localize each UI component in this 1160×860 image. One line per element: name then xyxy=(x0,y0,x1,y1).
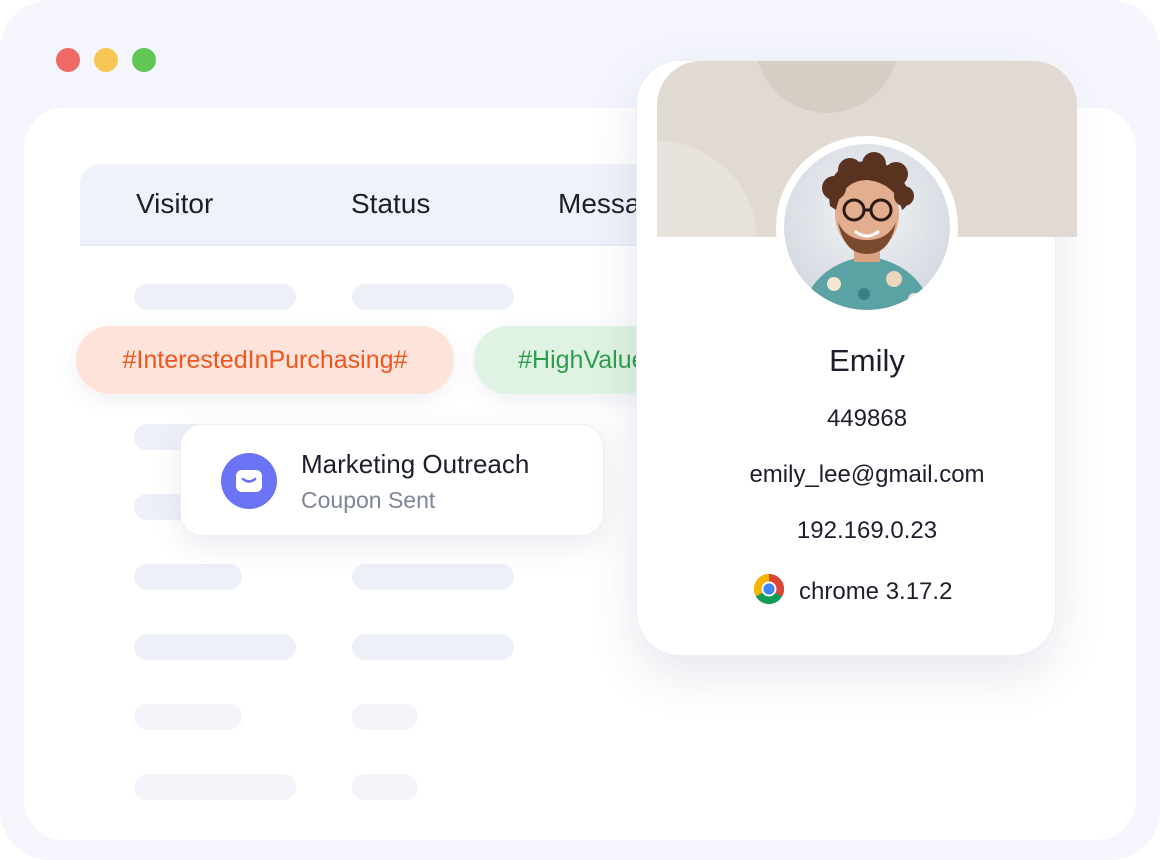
message-icon xyxy=(221,453,277,509)
outreach-title: Marketing Outreach xyxy=(301,449,530,479)
column-status[interactable]: Status xyxy=(351,188,430,220)
skeleton-bar xyxy=(134,774,296,800)
profile-ip: 192.169.0.23 xyxy=(796,517,938,544)
skeleton-bar xyxy=(352,284,514,310)
skeleton-bar xyxy=(352,564,514,590)
window-maximize-button[interactable] xyxy=(132,48,156,72)
column-message[interactable]: Messa xyxy=(558,188,640,220)
skeleton-bar xyxy=(134,284,296,310)
tag-interested-in-purchasing[interactable]: #InterestedInPurchasing# xyxy=(76,326,454,394)
skeleton-bar xyxy=(134,704,242,730)
tag-label: #InterestedInPurchasing# xyxy=(122,345,408,374)
profile-id: 449868 xyxy=(826,405,908,432)
window-minimize-button[interactable] xyxy=(94,48,118,72)
skeleton-bar xyxy=(134,634,296,660)
chrome-icon xyxy=(753,573,785,610)
profile-name: Emily xyxy=(829,343,905,378)
skeleton-bar xyxy=(352,774,418,800)
browser-label: chrome 3.17.2 xyxy=(799,577,953,605)
skeleton-bar xyxy=(134,564,242,590)
marketing-outreach-card[interactable]: Marketing Outreach Coupon Sent xyxy=(180,424,604,536)
avatar-photo xyxy=(784,144,950,310)
profile-email: emily_lee@gmail.com xyxy=(749,461,985,488)
visitor-profile-card: Emily 449868 emily_lee@gmail.com 192.169… xyxy=(636,60,1077,656)
column-visitor[interactable]: Visitor xyxy=(136,188,213,220)
outreach-subtitle: Coupon Sent xyxy=(301,487,436,513)
avatar[interactable] xyxy=(776,136,958,318)
skeleton-bar xyxy=(352,704,418,730)
profile-browser: chrome 3.17.2 xyxy=(753,573,952,610)
window-close-button[interactable] xyxy=(56,48,80,72)
skeleton-bar xyxy=(352,634,514,660)
